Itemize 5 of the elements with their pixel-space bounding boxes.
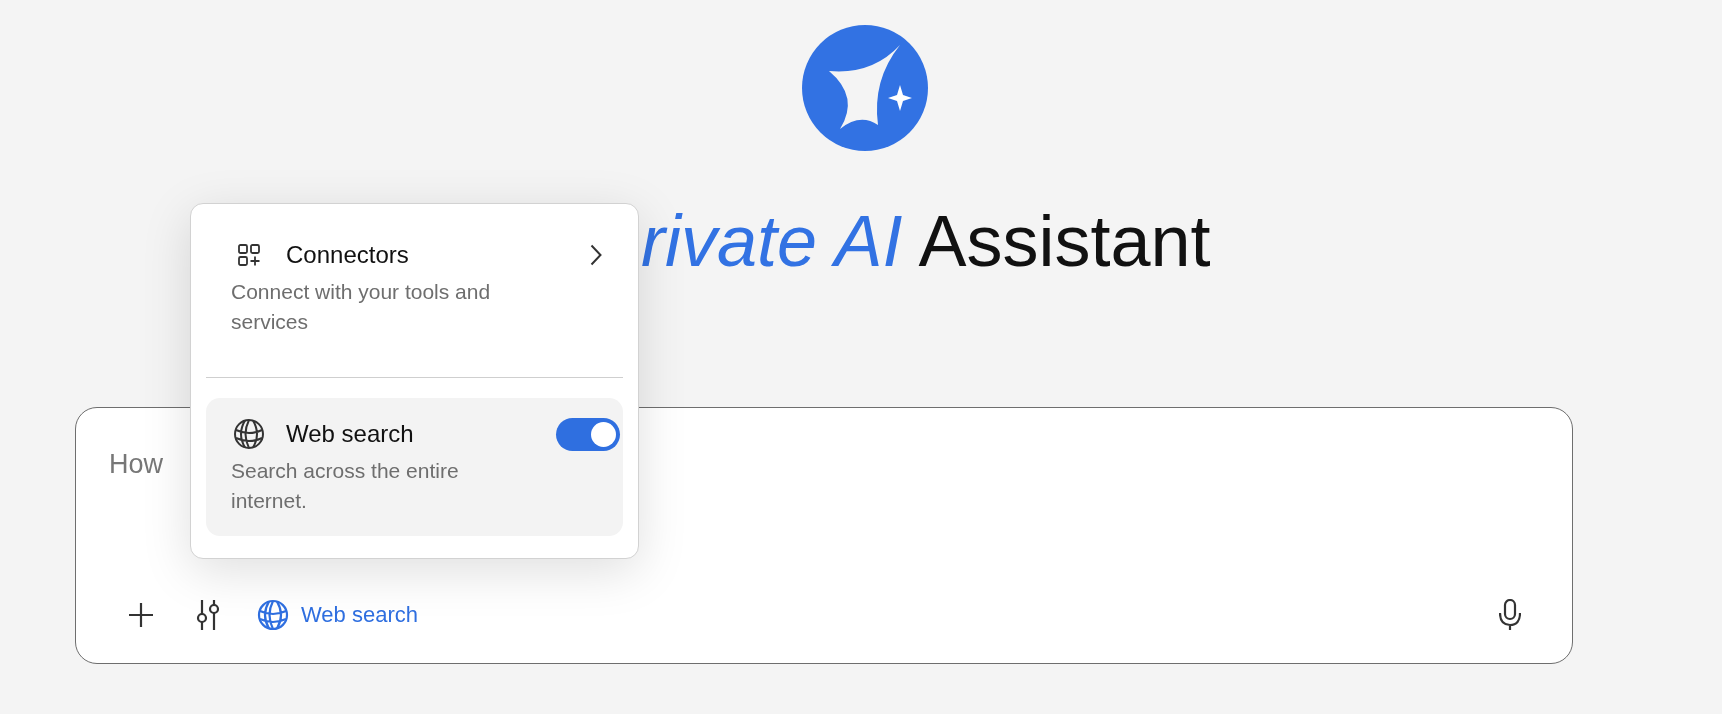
menu-item-description: Search across the entire internet. xyxy=(231,458,460,514)
menu-item-title: Connectors xyxy=(286,240,410,270)
heading: rivate AI Assistant xyxy=(641,205,1211,277)
menu-item-description: Connect with your tools and services xyxy=(231,279,492,335)
menu-item-title: Web search xyxy=(286,419,415,449)
